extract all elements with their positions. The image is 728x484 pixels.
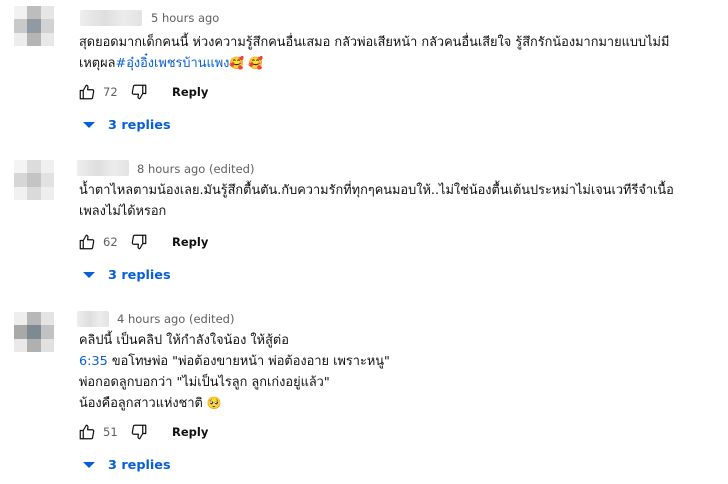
avatar-pixel xyxy=(27,6,41,20)
view-replies-button[interactable]: 3 replies xyxy=(82,264,171,286)
comment-text-segment: เหตุผล xyxy=(79,56,116,71)
comment-text-line: พ่อกอดลูกบอกว่า "ไม่เป็นไรลูก ลูกเก่งอยู… xyxy=(79,372,390,393)
chevron-down-icon xyxy=(83,122,95,128)
like-icon[interactable] xyxy=(76,81,98,103)
author-name-redacted[interactable] xyxy=(80,10,142,26)
emoji: 🥺 xyxy=(206,396,222,410)
comment-text-line: คลิปนี้ เป็นคลิป ให้กำลังใจน้อง ให้สู้ต่… xyxy=(79,330,390,351)
avatar-pixel xyxy=(40,6,54,20)
comment-text-segment: เพลงไม่ได้หรอก xyxy=(79,204,167,219)
reply-button[interactable]: Reply xyxy=(172,425,208,439)
comment-actions: 62 Reply xyxy=(76,231,208,253)
avatar-pixel xyxy=(40,325,54,339)
avatar-pixel xyxy=(14,160,28,174)
comment-text-line: น้ำตาไหลตามน้องเลย.มันรู้สึกตื้นตัน.กับค… xyxy=(79,180,674,201)
avatar-pixel xyxy=(27,186,41,200)
avatar-pixel xyxy=(40,160,54,174)
like-icon[interactable] xyxy=(76,421,98,443)
reply-button[interactable]: Reply xyxy=(172,85,208,99)
comment-text-segment: น้ำตาไหลตามน้องเลย.มันรู้สึกตื้นตัน.กับค… xyxy=(79,183,674,198)
avatar[interactable] xyxy=(14,6,54,46)
avatar-pixel xyxy=(27,160,41,174)
avatar-pixel xyxy=(14,6,28,20)
emoji: 🥰 🥰 xyxy=(229,56,264,70)
avatar-pixel xyxy=(27,338,41,352)
avatar-pixel xyxy=(40,186,54,200)
like-count: 72 xyxy=(103,85,118,99)
avatar-pixel xyxy=(14,325,28,339)
comment-text-segment: สุดยอดมากเด็กคนนี้ ห่วงความรู้สึกคนอื่นเ… xyxy=(79,35,670,50)
like-count: 51 xyxy=(103,425,118,439)
comment-text-line: สุดยอดมากเด็กคนนี้ ห่วงความรู้สึกคนอื่นเ… xyxy=(79,32,669,53)
comment-timestamp[interactable]: 5 hours ago xyxy=(151,11,219,25)
chevron-down-icon xyxy=(83,462,95,468)
avatar-pixel xyxy=(40,173,54,187)
avatar-pixel xyxy=(14,312,28,326)
comment-text-segment: น้องคือลูกสาวแห่งชาติ xyxy=(79,396,207,411)
avatar-pixel xyxy=(27,173,41,187)
dislike-icon[interactable] xyxy=(128,81,150,103)
avatar[interactable] xyxy=(14,160,54,200)
avatar-pixel xyxy=(40,32,54,46)
comment-text-line: เพลงไม่ได้หรอก xyxy=(79,201,674,222)
dislike-icon[interactable] xyxy=(128,421,150,443)
comment-text: คลิปนี้ เป็นคลิป ให้กำลังใจน้อง ให้สู้ต่… xyxy=(79,330,390,414)
comment-text-line: 6:35 ขอโทษพ่อ "พ่อต้องขายหน้า พ่อต้องอาย… xyxy=(79,351,390,372)
avatar[interactable] xyxy=(14,312,54,352)
comment-actions: 51 Reply xyxy=(76,421,208,443)
view-replies-button[interactable]: 3 replies xyxy=(82,454,171,476)
comment-actions: 72 Reply xyxy=(76,81,208,103)
view-replies-button[interactable]: 3 replies xyxy=(82,114,171,136)
timestamp-link[interactable]: 6:35 xyxy=(79,354,108,369)
avatar-pixel xyxy=(40,19,54,33)
comment-text-line: น้องคือลูกสาวแห่งชาติ 🥺 xyxy=(79,393,390,414)
replies-label: 3 replies xyxy=(108,457,171,473)
comment-text-segment: ขอโทษพ่อ "พ่อต้องขายหน้า พ่อต้องอาย เพรา… xyxy=(107,354,390,369)
comment-timestamp[interactable]: 4 hours ago (edited) xyxy=(117,312,234,326)
avatar-pixel xyxy=(14,338,28,352)
hashtag-link[interactable]: #อุ๋งอิ๋งเพชรบ้านแพง xyxy=(115,56,229,71)
avatar-pixel xyxy=(40,312,54,326)
avatar-pixel xyxy=(14,32,28,46)
comment-text-segment: คลิปนี้ เป็นคลิป ให้กำลังใจน้อง ให้สู้ต่… xyxy=(79,333,289,348)
comment-text: น้ำตาไหลตามน้องเลย.มันรู้สึกตื้นตัน.กับค… xyxy=(79,180,674,222)
like-count: 62 xyxy=(103,235,118,249)
comment-text-segment: พ่อกอดลูกบอกว่า "ไม่เป็นไรลูก ลูกเก่งอยู… xyxy=(79,375,330,390)
avatar-pixel xyxy=(27,32,41,46)
avatar-pixel xyxy=(14,173,28,187)
avatar-pixel xyxy=(27,325,41,339)
replies-label: 3 replies xyxy=(108,267,171,283)
avatar-pixel xyxy=(14,19,28,33)
avatar-pixel xyxy=(40,338,54,352)
avatar-pixel xyxy=(27,19,41,33)
dislike-icon[interactable] xyxy=(128,231,150,253)
replies-label: 3 replies xyxy=(108,117,171,133)
comment-text: สุดยอดมากเด็กคนนี้ ห่วงความรู้สึกคนอื่นเ… xyxy=(79,32,669,74)
avatar-pixel xyxy=(27,312,41,326)
avatar-pixel xyxy=(14,186,28,200)
chevron-down-icon xyxy=(83,272,95,278)
author-name-redacted[interactable] xyxy=(77,160,129,176)
comment-timestamp[interactable]: 8 hours ago (edited) xyxy=(137,162,254,176)
author-name-redacted[interactable] xyxy=(77,311,109,327)
like-icon[interactable] xyxy=(76,231,98,253)
comment-text-line: เหตุผล#อุ๋งอิ๋งเพชรบ้านแพง🥰 🥰 xyxy=(79,53,669,74)
reply-button[interactable]: Reply xyxy=(172,235,208,249)
